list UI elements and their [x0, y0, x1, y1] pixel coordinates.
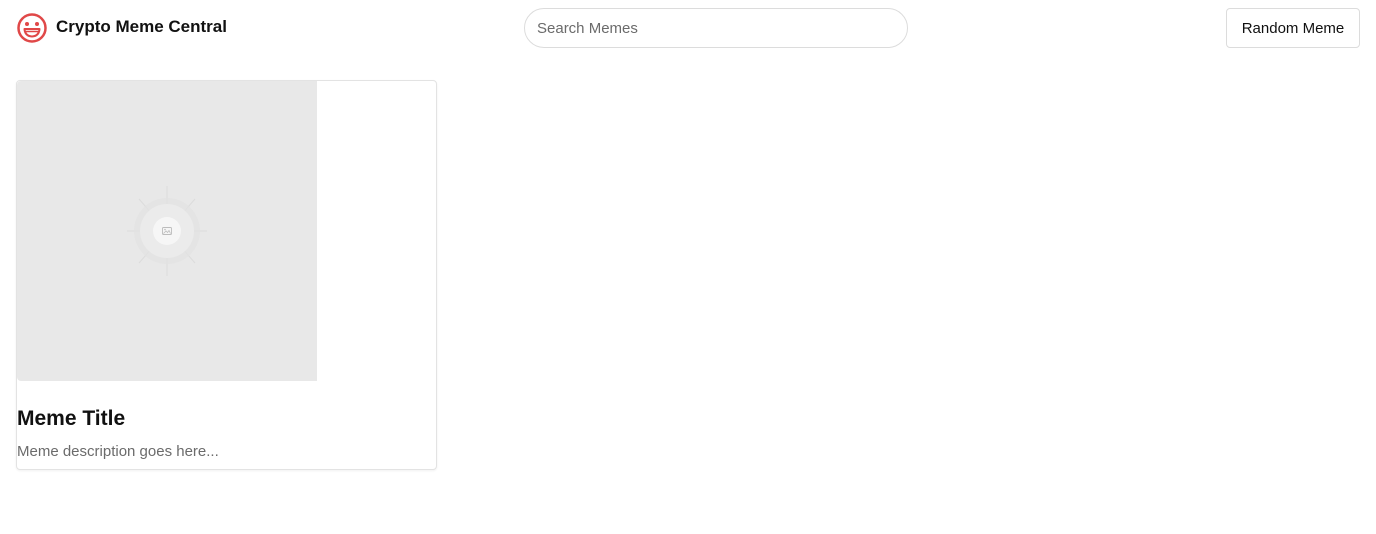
- meme-description: Meme description goes here...: [17, 443, 219, 460]
- meme-image: [17, 81, 317, 381]
- image-placeholder-icon: [127, 186, 207, 276]
- meme-card[interactable]: Meme Title Meme description goes here...: [16, 80, 437, 470]
- search-input[interactable]: [524, 8, 908, 48]
- random-meme-button[interactable]: Random Meme: [1226, 8, 1360, 48]
- smiley-face-icon[interactable]: [16, 12, 48, 44]
- meme-title: Meme Title: [17, 407, 126, 430]
- app-title: Crypto Meme Central: [56, 17, 227, 36]
- top-header: Crypto Meme Central Random Meme: [0, 0, 1376, 56]
